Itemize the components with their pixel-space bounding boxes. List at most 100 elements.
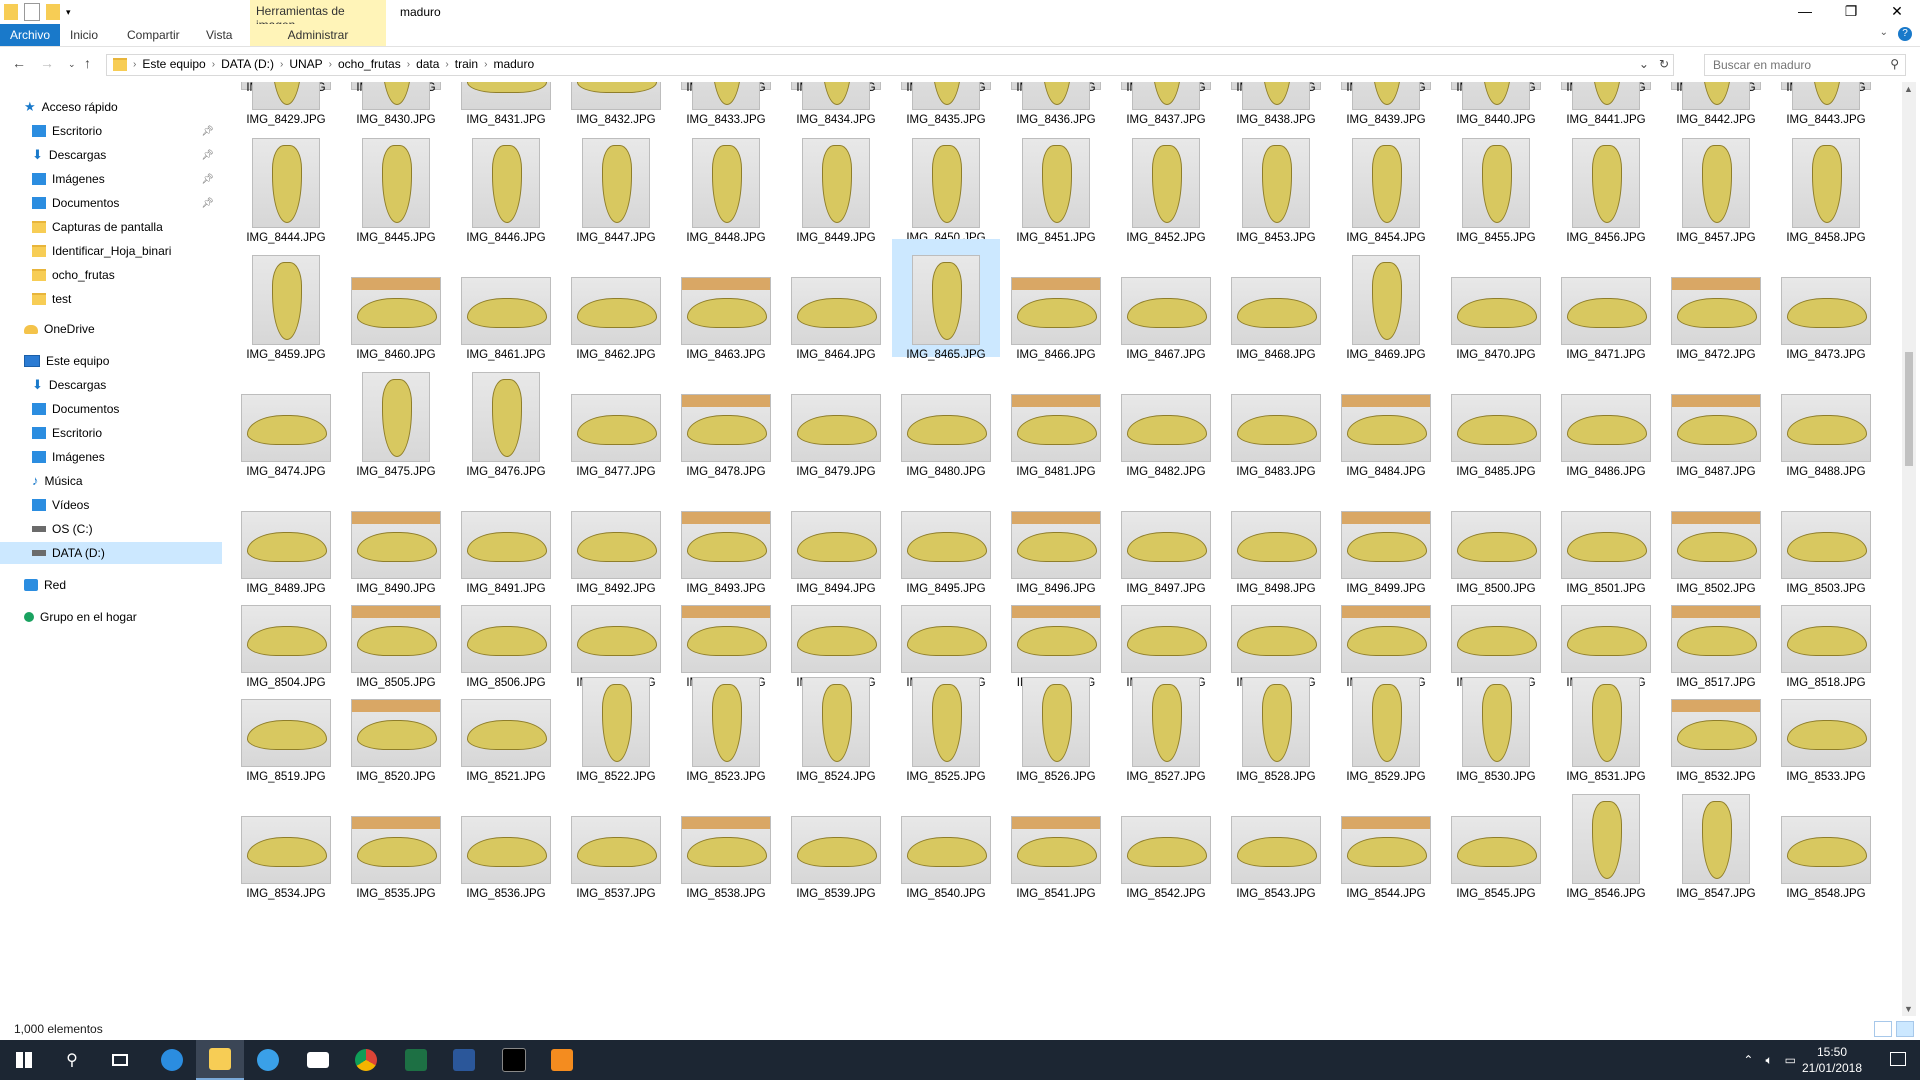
file-item[interactable]: IMG_8433.JPG (672, 82, 780, 126)
file-item[interactable]: IMG_8532.JPG (1662, 661, 1770, 783)
file-item[interactable]: IMG_8455.JPG (1442, 122, 1550, 244)
large-icons-view-icon[interactable] (1896, 1021, 1914, 1037)
file-item[interactable]: IMG_8472.JPG (1662, 239, 1770, 361)
tab-inicio[interactable]: Inicio (60, 24, 108, 46)
file-item[interactable]: IMG_8459.JPG (232, 239, 340, 361)
file-item[interactable]: IMG_8540.JPG (892, 778, 1000, 900)
nav-item[interactable]: OneDrive (0, 318, 222, 340)
clock[interactable]: 15:50 21/01/2018 (1792, 1044, 1872, 1076)
file-item[interactable]: IMG_8531.JPG (1552, 661, 1660, 783)
file-item[interactable]: IMG_8466.JPG (1002, 239, 1110, 361)
file-item[interactable]: IMG_8530.JPG (1442, 661, 1550, 783)
file-item[interactable]: IMG_8429.JPG (232, 82, 340, 126)
taskbar-mail[interactable] (294, 1040, 342, 1080)
expand-ribbon-icon[interactable]: ⌄ (1880, 27, 1888, 41)
file-item[interactable]: IMG_8435.JPG (892, 82, 1000, 126)
file-item[interactable]: IMG_8528.JPG (1222, 661, 1330, 783)
file-item[interactable]: IMG_8483.JPG (1222, 356, 1330, 478)
nav-item[interactable]: Este equipo (0, 350, 222, 372)
file-item[interactable]: IMG_8449.JPG (782, 122, 890, 244)
tab-administrar[interactable]: Administrar (250, 24, 386, 46)
taskbar-terminal[interactable] (490, 1040, 538, 1080)
breadcrumb-data-d[interactable]: DATA (D:) (221, 57, 274, 71)
taskbar-chrome[interactable] (342, 1040, 390, 1080)
taskbar-file-explorer[interactable] (196, 1040, 244, 1080)
file-item[interactable]: IMG_8463.JPG (672, 239, 780, 361)
file-item[interactable]: IMG_8447.JPG (562, 122, 670, 244)
scroll-down-icon[interactable]: ▼ (1904, 1004, 1913, 1014)
file-item[interactable]: IMG_8442.JPG (1662, 82, 1770, 126)
properties-icon[interactable] (24, 3, 40, 21)
forward-icon[interactable]: → (40, 55, 54, 71)
close-button[interactable]: ✕ (1874, 0, 1920, 22)
nav-item[interactable]: Red (0, 574, 222, 596)
back-icon[interactable]: ← (12, 55, 26, 71)
file-item[interactable]: IMG_8478.JPG (672, 356, 780, 478)
file-item[interactable]: IMG_8448.JPG (672, 122, 780, 244)
file-item[interactable]: IMG_8537.JPG (562, 778, 670, 900)
file-item[interactable]: IMG_8451.JPG (1002, 122, 1110, 244)
tab-archivo[interactable]: Archivo (0, 24, 61, 46)
taskbar-app-blue[interactable] (244, 1040, 292, 1080)
file-item[interactable]: IMG_8461.JPG (452, 239, 560, 361)
nav-item[interactable]: Documentos 📌︎ (0, 192, 222, 214)
recent-locations-icon[interactable]: ⌄ (68, 59, 76, 70)
file-item[interactable]: IMG_8446.JPG (452, 122, 560, 244)
task-view-button[interactable] (96, 1040, 144, 1080)
nav-item[interactable]: Vídeos (0, 494, 222, 516)
file-item[interactable]: IMG_8443.JPG (1772, 82, 1880, 126)
nav-item[interactable]: Escritorio 📌︎ (0, 120, 222, 142)
taskbar-edge[interactable] (148, 1040, 196, 1080)
file-item[interactable]: IMG_8542.JPG (1112, 778, 1220, 900)
vertical-scrollbar[interactable]: ▲ ▼ (1902, 82, 1916, 1016)
file-item[interactable]: IMG_8526.JPG (1002, 661, 1110, 783)
scroll-thumb[interactable] (1905, 352, 1913, 466)
notifications-icon[interactable] (1890, 1052, 1906, 1066)
nav-item[interactable]: ocho_frutas (0, 264, 222, 286)
file-item[interactable]: IMG_8439.JPG (1332, 82, 1440, 126)
file-item[interactable]: IMG_8467.JPG (1112, 239, 1220, 361)
nav-item[interactable]: ♪ Música (0, 470, 222, 492)
minimize-button[interactable]: — (1782, 0, 1828, 22)
file-item[interactable]: IMG_8465.JPG (892, 239, 1000, 361)
nav-item[interactable]: Imágenes 📌︎ (0, 168, 222, 190)
nav-item[interactable]: OS (C:) (0, 518, 222, 540)
tab-vista[interactable]: Vista (196, 24, 242, 46)
file-item[interactable]: IMG_8474.JPG (232, 356, 340, 478)
file-item[interactable]: IMG_8547.JPG (1662, 778, 1770, 900)
new-folder-icon[interactable] (46, 4, 60, 20)
file-item[interactable]: IMG_8456.JPG (1552, 122, 1660, 244)
file-item[interactable]: IMG_8473.JPG (1772, 239, 1880, 361)
file-item[interactable]: IMG_8486.JPG (1552, 356, 1660, 478)
taskbar-excel[interactable] (392, 1040, 440, 1080)
file-item[interactable]: IMG_8522.JPG (562, 661, 670, 783)
nav-item[interactable]: test (0, 288, 222, 310)
refresh-icon[interactable]: ↻ (1659, 57, 1669, 71)
volume-icon[interactable]: 🔈︎ (1765, 1053, 1772, 1068)
file-item[interactable]: IMG_8548.JPG (1772, 778, 1880, 900)
nav-item[interactable]: Documentos (0, 398, 222, 420)
nav-item[interactable]: Identificar_Hoja_binari (0, 240, 222, 262)
nav-item[interactable]: ⬇ Descargas 📌︎ (0, 144, 222, 166)
customize-toolbar-icon[interactable]: ▾ (66, 7, 71, 18)
file-item[interactable]: IMG_8469.JPG (1332, 239, 1440, 361)
file-item[interactable]: IMG_8485.JPG (1442, 356, 1550, 478)
file-item[interactable]: IMG_8524.JPG (782, 661, 890, 783)
nav-item[interactable]: ⬇ Descargas (0, 374, 222, 396)
file-item[interactable]: IMG_8544.JPG (1332, 778, 1440, 900)
file-item[interactable]: IMG_8462.JPG (562, 239, 670, 361)
file-item[interactable]: IMG_8436.JPG (1002, 82, 1110, 126)
file-item[interactable]: IMG_8444.JPG (232, 122, 340, 244)
tab-compartir[interactable]: Compartir (117, 24, 190, 46)
nav-item[interactable]: DATA (D:) (0, 542, 222, 564)
file-item[interactable]: IMG_8545.JPG (1442, 778, 1550, 900)
file-item[interactable]: IMG_8534.JPG (232, 778, 340, 900)
file-item[interactable]: IMG_8452.JPG (1112, 122, 1220, 244)
file-item[interactable]: IMG_8437.JPG (1112, 82, 1220, 126)
file-item[interactable]: IMG_8470.JPG (1442, 239, 1550, 361)
breadcrumb-unap[interactable]: UNAP (289, 57, 322, 71)
address-dropdown-icon[interactable]: ⌄ (1639, 57, 1649, 71)
file-item[interactable]: IMG_8529.JPG (1332, 661, 1440, 783)
file-item[interactable]: IMG_8533.JPG (1772, 661, 1880, 783)
file-item[interactable]: IMG_8538.JPG (672, 778, 780, 900)
